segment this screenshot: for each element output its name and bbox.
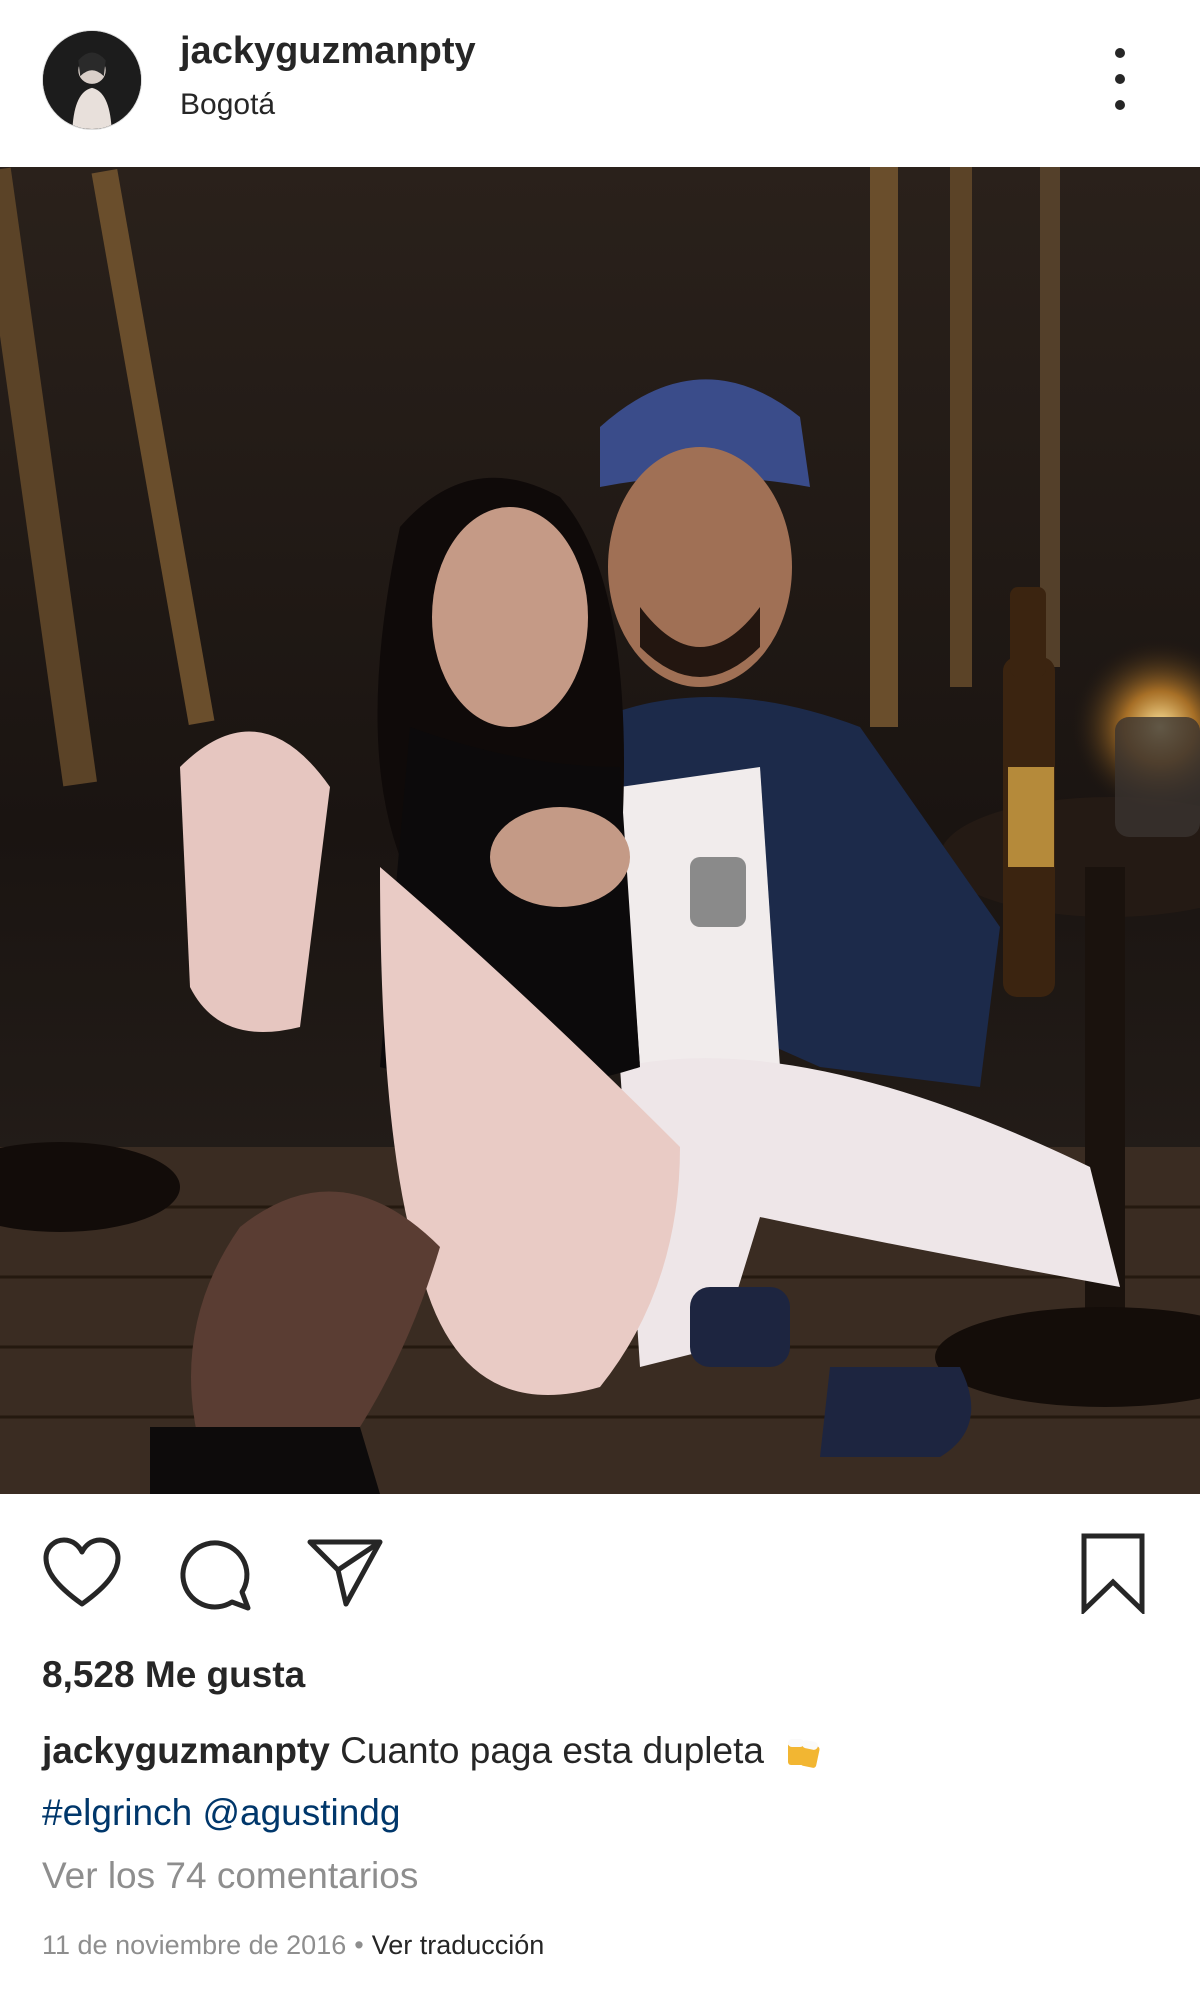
mention-link[interactable]: @agustindg: [202, 1792, 400, 1833]
post-username[interactable]: jackyguzmanpty: [180, 30, 476, 73]
post-header: jackyguzmanpty Bogotá: [0, 0, 1200, 167]
avatar[interactable]: [42, 30, 142, 130]
view-comments-link[interactable]: Ver los 74 comentarios: [42, 1855, 418, 1897]
footer-separator: •: [354, 1930, 364, 1960]
action-bar: [0, 1494, 1200, 1644]
bookmark-icon[interactable]: [1078, 1532, 1148, 1614]
post-date: 11 de noviembre de 2016: [42, 1930, 347, 1960]
likes-count[interactable]: 8,528 Me gusta: [42, 1654, 305, 1696]
post-caption: jackyguzmanpty Cuanto paga esta dupleta …: [42, 1720, 1162, 1844]
paper-plane-icon[interactable]: [306, 1536, 384, 1608]
post-photo[interactable]: [0, 167, 1200, 1494]
comment-icon[interactable]: [178, 1538, 254, 1612]
post-footer: 11 de noviembre de 2016 • Ver traducción: [42, 1930, 544, 1961]
caption-text: Cuanto paga esta dupleta: [340, 1730, 764, 1771]
beer-mugs-emoji: [788, 1739, 820, 1768]
heart-icon[interactable]: [42, 1536, 122, 1610]
hashtag-link[interactable]: #elgrinch: [42, 1792, 192, 1833]
more-vertical-icon[interactable]: [1100, 48, 1140, 110]
caption-username[interactable]: jackyguzmanpty: [42, 1730, 330, 1771]
post-location[interactable]: Bogotá: [180, 88, 275, 122]
translate-link[interactable]: Ver traducción: [372, 1930, 545, 1960]
